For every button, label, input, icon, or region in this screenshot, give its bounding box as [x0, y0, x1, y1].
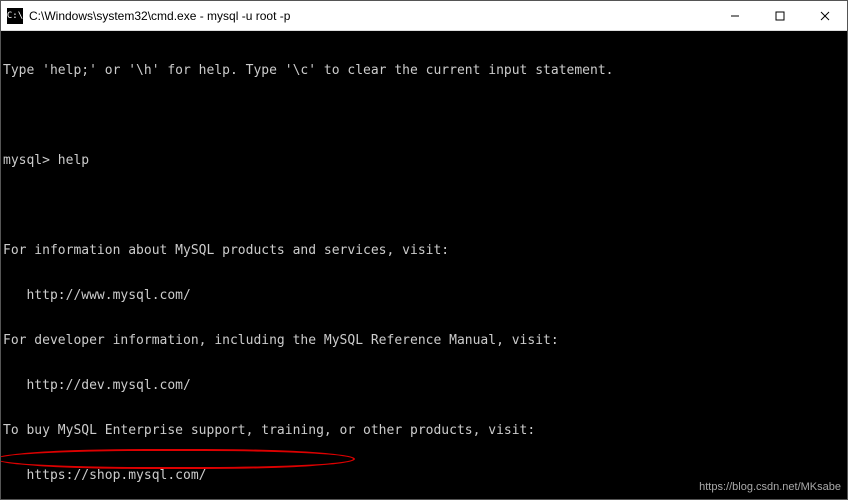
terminal-area[interactable]: Type 'help;' or '\h' for help. Type '\c'…	[1, 31, 847, 499]
info-url: http://www.mysql.com/	[3, 288, 847, 303]
highlight-annotation	[1, 449, 355, 469]
window-controls	[712, 1, 847, 30]
buy-heading: To buy MySQL Enterprise support, trainin…	[3, 423, 847, 438]
blank	[3, 198, 847, 213]
maximize-button[interactable]	[757, 1, 802, 30]
dev-heading: For developer information, including the…	[3, 333, 847, 348]
prompt-line: mysql> help	[3, 153, 847, 168]
close-button[interactable]	[802, 1, 847, 30]
blank	[3, 108, 847, 123]
intro-line: Type 'help;' or '\h' for help. Type '\c'…	[3, 63, 847, 78]
cmd-icon: C:\	[7, 8, 23, 24]
watermark-text: https://blog.csdn.net/MKsabe	[699, 480, 841, 495]
dev-url: http://dev.mysql.com/	[3, 378, 847, 393]
window-title: C:\Windows\system32\cmd.exe - mysql -u r…	[29, 9, 712, 23]
titlebar[interactable]: C:\ C:\Windows\system32\cmd.exe - mysql …	[1, 1, 847, 31]
cmd-window: C:\ C:\Windows\system32\cmd.exe - mysql …	[0, 0, 848, 500]
minimize-button[interactable]	[712, 1, 757, 30]
info-heading: For information about MySQL products and…	[3, 243, 847, 258]
